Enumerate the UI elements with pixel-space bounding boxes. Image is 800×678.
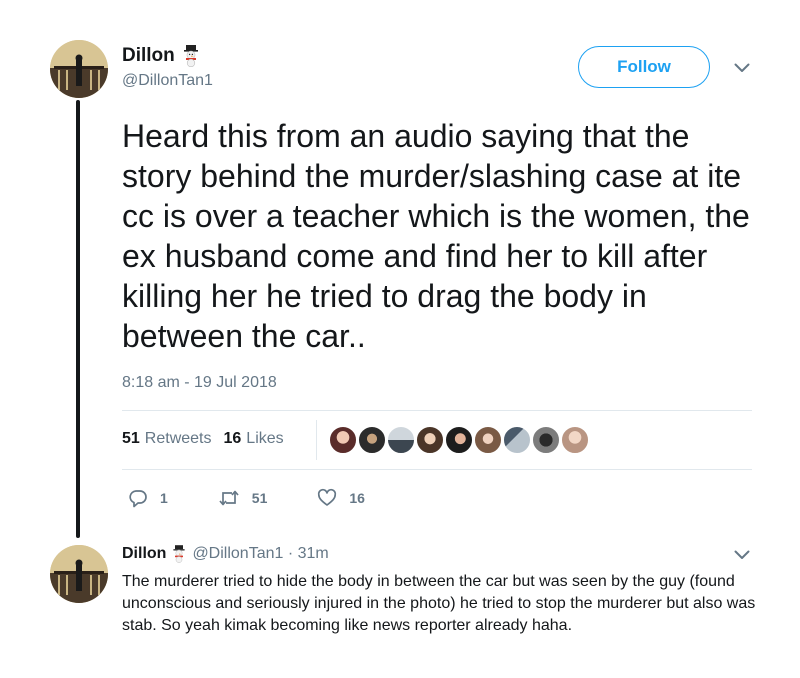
reply-author-row[interactable]: Dillon @DillonTan1 · 31m xyxy=(122,545,329,563)
author-name-row[interactable]: Dillon xyxy=(122,45,201,68)
retweet-count: 51 xyxy=(251,490,268,506)
tweet-actions: 1 51 16 xyxy=(128,488,415,508)
retweet-icon xyxy=(219,490,239,506)
reply-text: The murderer tried to hide the body in b… xyxy=(122,573,756,634)
liker-avatar[interactable] xyxy=(561,426,589,454)
snowman-emoji-icon xyxy=(171,545,187,563)
retweets-count: 51 xyxy=(122,430,140,447)
reply-button[interactable]: 1 xyxy=(128,488,168,508)
tweet-stats: 51 Retweets 16 Likes xyxy=(122,430,296,448)
liker-avatar[interactable] xyxy=(445,426,473,454)
chevron-down-icon[interactable] xyxy=(734,550,750,560)
chevron-down-icon[interactable] xyxy=(734,63,750,73)
retweets-stat[interactable]: 51 Retweets xyxy=(122,430,212,448)
reply-handle-time[interactable]: @DillonTan1 · 31m xyxy=(192,545,328,563)
tweet-timestamp[interactable]: 8:18 am - 19 Jul 2018 xyxy=(122,374,277,392)
snowman-emoji-icon xyxy=(181,45,201,68)
reply-display-name[interactable]: Dillon xyxy=(122,545,166,563)
reply-avatar[interactable] xyxy=(50,545,108,603)
liker-avatar[interactable] xyxy=(474,426,502,454)
retweets-label: Retweets xyxy=(144,430,212,447)
thread-connector-line xyxy=(76,100,80,538)
like-count: 16 xyxy=(349,490,365,506)
tweet-text: Heard this from an audio saying that the… xyxy=(122,118,750,354)
avatar-image xyxy=(50,545,108,603)
liker-avatar[interactable] xyxy=(416,426,444,454)
likes-label: Likes xyxy=(246,430,284,447)
follow-button[interactable]: Follow xyxy=(578,46,710,88)
author-display-name[interactable]: Dillon xyxy=(122,45,175,67)
stats-separator xyxy=(316,420,317,460)
likers-avatars xyxy=(329,426,590,454)
tweet-thread: Dillon @DillonTan1 Follow Heard this fro… xyxy=(0,0,800,678)
likes-stat[interactable]: 16 Likes xyxy=(224,430,284,448)
likes-count: 16 xyxy=(223,430,242,447)
heart-icon xyxy=(318,488,337,506)
retweet-button[interactable]: 51 xyxy=(218,488,268,508)
reply-icon xyxy=(129,490,147,508)
avatar[interactable] xyxy=(50,40,108,98)
liker-avatar[interactable] xyxy=(329,426,357,454)
divider xyxy=(122,410,752,411)
liker-avatar[interactable] xyxy=(503,426,531,454)
like-button[interactable]: 16 xyxy=(317,488,365,508)
author-handle[interactable]: @DillonTan1 xyxy=(122,72,213,90)
divider xyxy=(122,469,752,470)
avatar-image xyxy=(50,40,108,98)
reply-count: 1 xyxy=(160,490,168,506)
liker-avatar[interactable] xyxy=(532,426,560,454)
liker-avatar[interactable] xyxy=(358,426,386,454)
liker-avatar[interactable] xyxy=(387,426,415,454)
